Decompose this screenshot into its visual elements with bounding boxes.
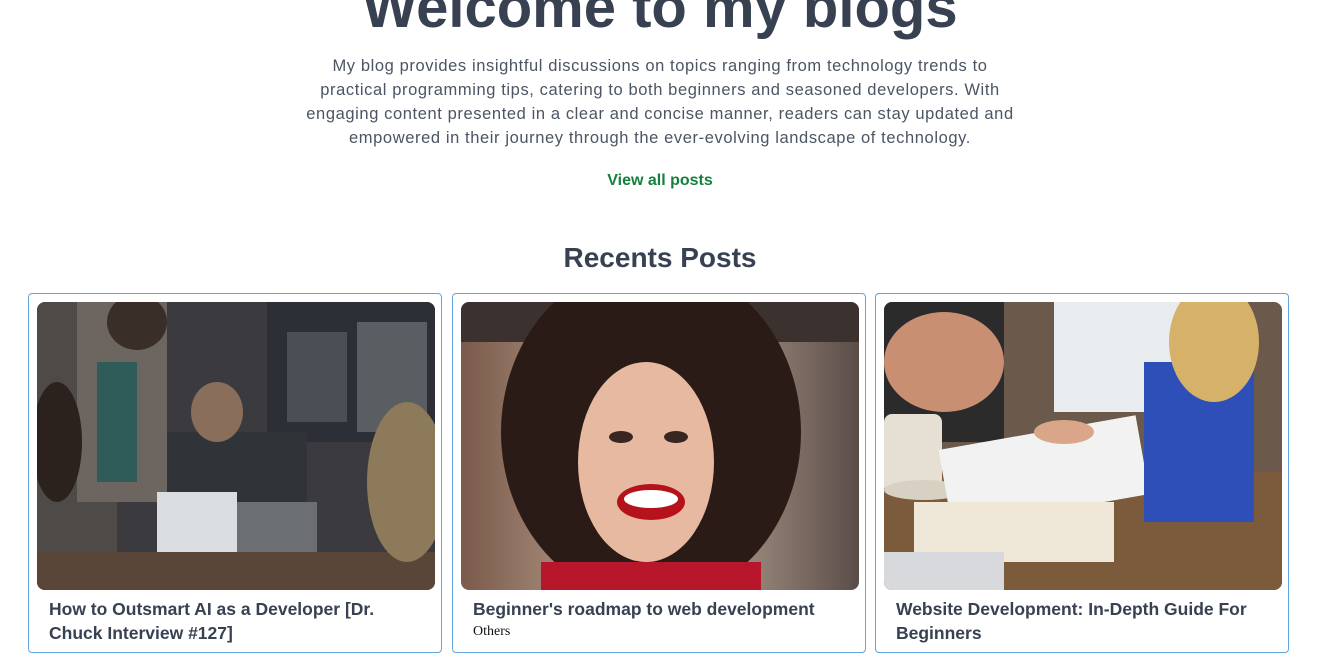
page-title: Welcome to my blogs [362, 0, 958, 40]
post-thumbnail[interactable] [37, 302, 435, 590]
post-title[interactable]: Beginner's roadmap to web development [473, 597, 855, 621]
post-title[interactable]: Website Development: In-Depth Guide For … [896, 597, 1278, 645]
post-card[interactable]: How to Outsmart AI as a Developer [Dr. C… [28, 293, 442, 653]
view-all-posts-link[interactable]: View all posts [0, 172, 1320, 190]
post-card[interactable]: Website Development: In-Depth Guide For … [875, 293, 1289, 653]
hero-description: My blog provides insightful discussions … [306, 57, 1014, 147]
post-card[interactable]: Beginner's roadmap to web development Ot… [452, 293, 866, 653]
post-category: Others [473, 624, 511, 639]
post-title[interactable]: How to Outsmart AI as a Developer [Dr. C… [49, 597, 431, 645]
post-thumbnail[interactable] [461, 302, 859, 590]
post-thumbnail[interactable] [884, 302, 1282, 590]
recent-posts-heading: Recents Posts [563, 242, 757, 273]
